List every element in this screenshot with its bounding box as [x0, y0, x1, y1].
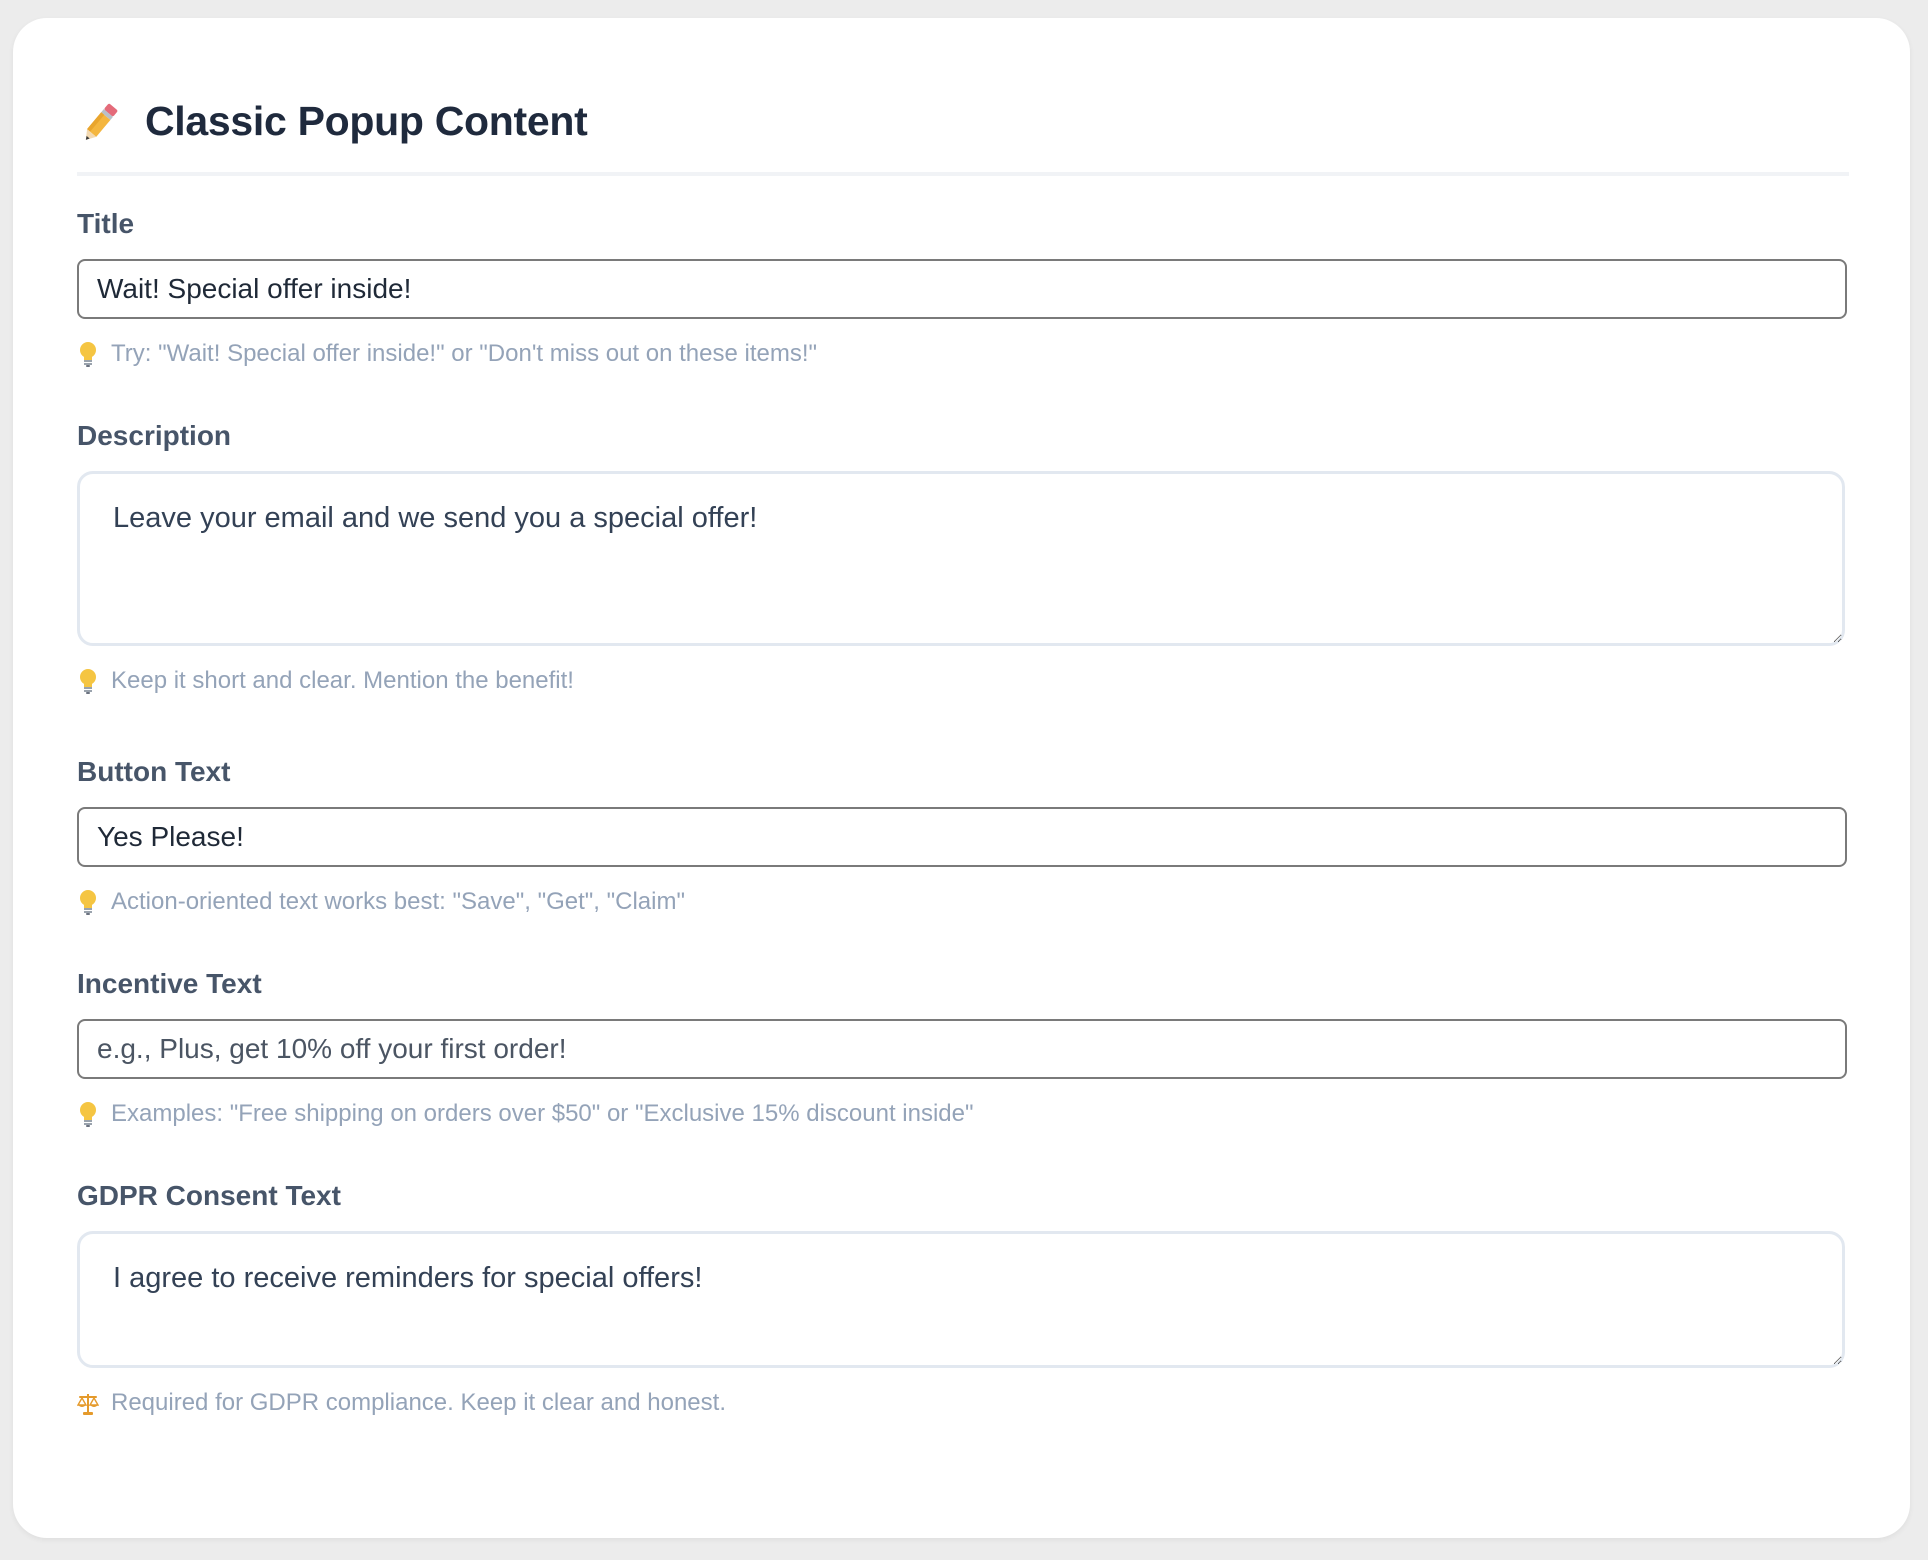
button-text-hint-text: Action-oriented text works best: "Save",… — [111, 888, 685, 915]
button-text-field-group: Button Text Action-oriented text works b… — [77, 753, 1849, 918]
description-textarea[interactable]: Leave your email and we send you a speci… — [77, 471, 1845, 646]
scales-icon — [77, 1394, 99, 1415]
incentive-text-field-group: Incentive Text Examples: "Free shipping … — [77, 965, 1849, 1130]
card-header: Classic Popup Content — [77, 92, 1849, 176]
title-input[interactable] — [77, 259, 1847, 319]
gdpr-consent-label: GDPR Consent Text — [77, 1180, 341, 1211]
button-text-label: Button Text — [77, 756, 231, 787]
title-label: Title — [77, 208, 135, 239]
incentive-text-hint: Examples: "Free shipping on orders over … — [77, 1098, 1849, 1130]
pencil-icon — [85, 103, 118, 140]
gdpr-consent-hint-text: Required for GDPR compliance. Keep it cl… — [111, 1389, 726, 1416]
title-hint: Try: "Wait! Special offer inside!" or "D… — [77, 338, 1849, 370]
incentive-text-hint-text: Examples: "Free shipping on orders over … — [111, 1100, 974, 1127]
popup-content-card: Classic Popup Content Title Try: "Wait! … — [13, 18, 1910, 1538]
incentive-text-label: Incentive Text — [77, 968, 262, 999]
description-hint-text: Keep it short and clear. Mention the ben… — [111, 667, 574, 694]
incentive-text-input[interactable] — [77, 1019, 1847, 1079]
lightbulb-icon — [80, 342, 96, 367]
title-hint-text: Try: "Wait! Special offer inside!" or "D… — [111, 340, 818, 367]
gdpr-consent-field-group: GDPR Consent Text I agree to receive rem… — [77, 1177, 1849, 1419]
description-hint: Keep it short and clear. Mention the ben… — [77, 665, 1849, 697]
description-field-group: Description Leave your email and we send… — [77, 417, 1849, 697]
gdpr-consent-textarea[interactable]: I agree to receive reminders for special… — [77, 1231, 1845, 1368]
button-text-hint: Action-oriented text works best: "Save",… — [77, 886, 1849, 918]
page-title: Classic Popup Content — [145, 98, 588, 144]
title-field-group: Title Try: "Wait! Special offer inside!"… — [77, 205, 1849, 370]
description-label: Description — [77, 420, 232, 451]
lightbulb-icon — [80, 1102, 96, 1127]
button-text-input[interactable] — [77, 807, 1847, 867]
lightbulb-icon — [80, 669, 96, 694]
gdpr-consent-hint: Required for GDPR compliance. Keep it cl… — [77, 1387, 1849, 1419]
lightbulb-icon — [80, 890, 96, 915]
